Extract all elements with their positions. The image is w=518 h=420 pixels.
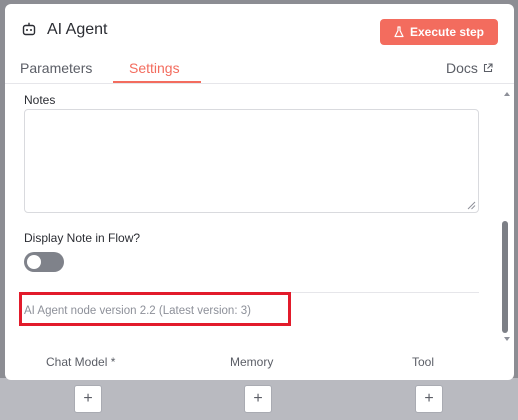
scrollbar-thumb[interactable] <box>502 221 508 333</box>
execute-step-label: Execute step <box>409 25 485 39</box>
notes-label: Notes <box>24 93 56 107</box>
robot-icon <box>22 22 36 36</box>
port-memory-label: Memory <box>230 355 274 369</box>
execute-step-button[interactable]: Execute step <box>380 19 498 45</box>
resize-grip-icon[interactable] <box>467 201 476 210</box>
notes-textarea[interactable] <box>24 109 479 213</box>
add-memory-button[interactable]: + <box>244 385 272 413</box>
scroll-up-arrow-icon[interactable] <box>504 92 510 96</box>
flask-icon <box>394 26 404 38</box>
docs-label: Docs <box>446 60 478 76</box>
settings-content: Notes Display Note in Flow? AI Agent nod… <box>5 84 514 380</box>
node-title: AI Agent <box>47 21 108 38</box>
display-note-toggle[interactable] <box>24 252 64 272</box>
tab-parameters[interactable]: Parameters <box>20 60 92 76</box>
tab-settings[interactable]: Settings <box>129 60 180 76</box>
docs-link[interactable]: Docs <box>446 60 493 76</box>
version-highlight-box <box>19 292 291 326</box>
toggle-knob <box>27 255 41 269</box>
port-tool-label: Tool <box>412 355 435 369</box>
scroll-down-arrow-icon[interactable] <box>504 337 510 341</box>
port-chat-model-label: Chat Model * <box>46 355 116 369</box>
external-link-icon <box>483 63 493 73</box>
node-settings-panel: AI Agent Execute step Parameters Setting… <box>5 4 514 380</box>
panel-header: AI Agent Execute step Parameters Setting… <box>5 4 514 84</box>
display-note-label: Display Note in Flow? <box>24 231 141 245</box>
add-tool-button[interactable]: + <box>415 385 443 413</box>
add-chat-model-button[interactable]: + <box>74 385 102 413</box>
